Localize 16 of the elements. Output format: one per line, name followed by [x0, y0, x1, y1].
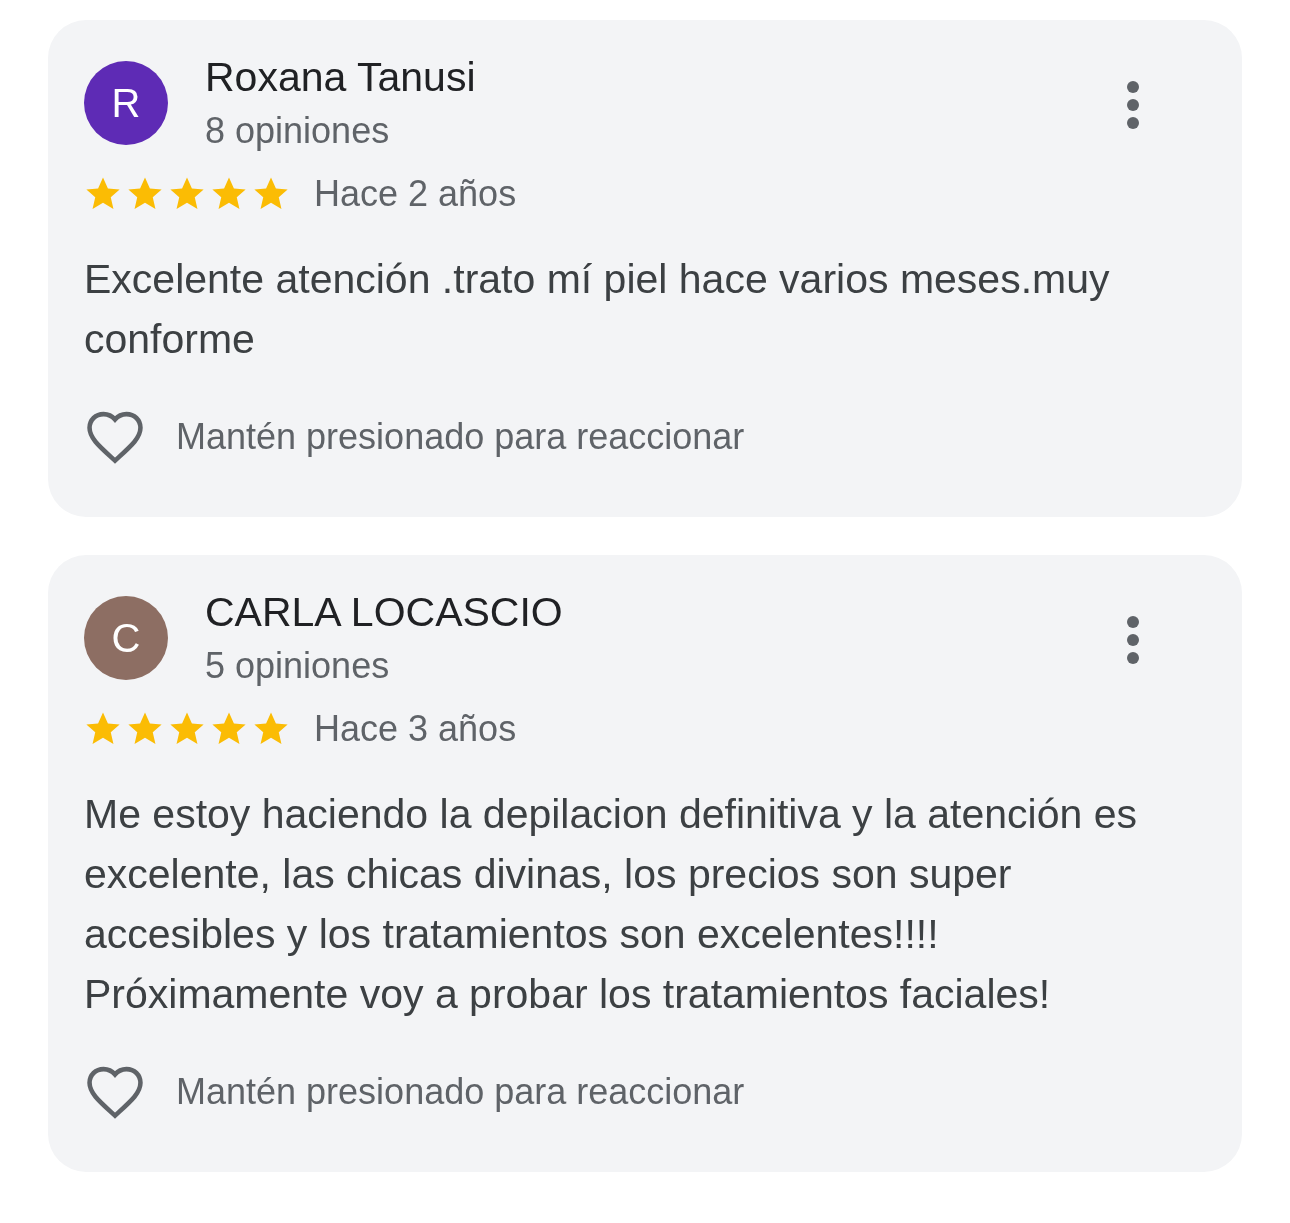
review-text: Me estoy haciendo la depilacion definitiva y la atención es excelente, las chicas divinas, los precios son super accesibles y los tratamientos son excelentes!!!! Próximamente voy a probar los tratamientos faciales! — [84, 790, 1138, 1019]
reaction-hint: Mantén presionado para reaccionar — [176, 1071, 745, 1113]
reaction-hint: Mantén presionado para reaccionar — [176, 416, 745, 458]
reviewer-name: Roxana Tanusi — [205, 55, 476, 99]
review-date: Hace 3 años — [314, 708, 517, 750]
avatar: R — [84, 61, 168, 145]
review-count: 5 opiniones — [205, 646, 390, 686]
reviewer-name: CARLA LOCASCIO — [205, 590, 563, 634]
heart-icon[interactable] — [84, 1064, 146, 1120]
review-text: Excelente atención .trato mí piel hace varios meses.muy conforme — [84, 255, 1111, 364]
more-options-icon[interactable] — [1126, 615, 1140, 665]
heart-icon[interactable] — [84, 409, 146, 465]
review-date: Hace 2 años — [314, 173, 517, 215]
review-count: 8 opiniones — [205, 111, 390, 151]
avatar: C — [84, 596, 168, 680]
more-options-icon[interactable] — [1126, 80, 1140, 130]
